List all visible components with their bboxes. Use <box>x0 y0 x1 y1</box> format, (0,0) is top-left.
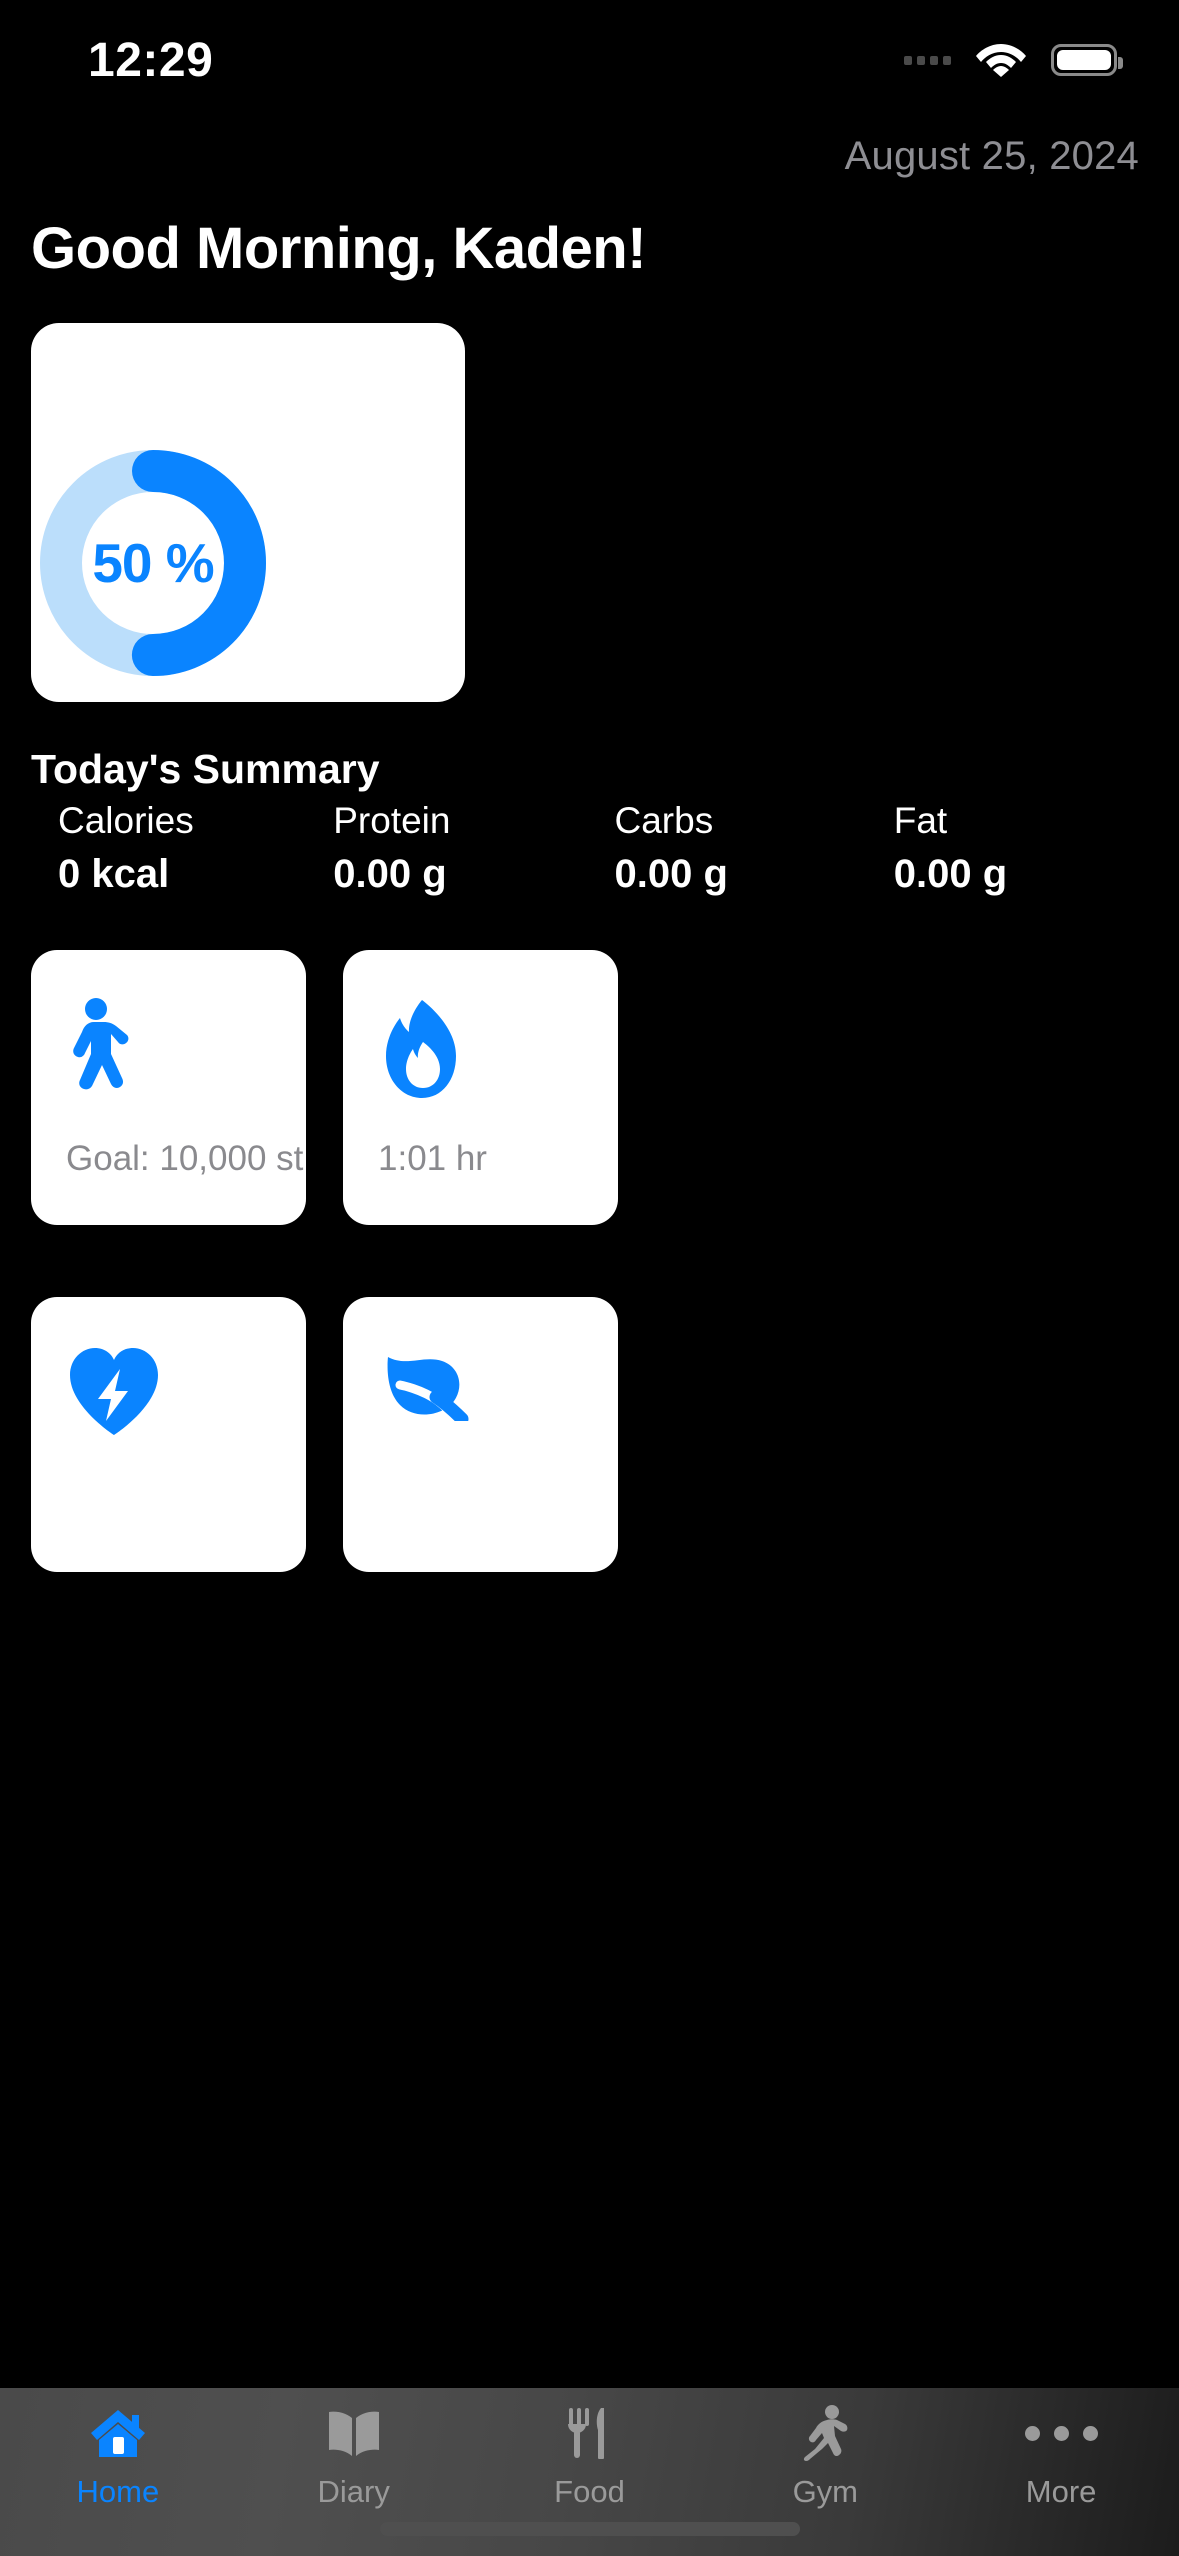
summary-metric-fat: Fat 0.00 g <box>860 800 1139 897</box>
summary-metrics-row: Calories 0 kcal Protein 0.00 g Carbs 0.0… <box>0 800 1179 897</box>
tab-label: Food <box>554 2474 625 2509</box>
tab-label: More <box>1025 2474 1097 2509</box>
active-time-card[interactable]: 1:01 hr <box>343 950 618 1225</box>
heart-bolt-icon <box>66 1345 162 1442</box>
current-date: August 25, 2024 <box>844 134 1139 178</box>
ellipsis-icon <box>1024 2404 1098 2462</box>
steps-goal-caption: Goal: 10,000 st... <box>66 1139 306 1178</box>
metric-value: 0.00 g <box>893 852 1008 896</box>
active-time-caption: 1:01 hr <box>378 1139 487 1178</box>
progress-percent-label: 50 % <box>92 531 214 594</box>
summary-heading: Today's Summary <box>31 746 380 792</box>
status-bar: 12:29 <box>0 0 1179 120</box>
fork-knife-icon <box>563 2404 615 2462</box>
home-indicator <box>379 2522 800 2536</box>
summary-metric-calories: Calories 0 kcal <box>32 800 303 897</box>
metric-label: Fat <box>893 800 948 841</box>
tab-food[interactable]: Food <box>472 2404 708 2510</box>
status-bar-time: 12:29 <box>88 33 214 87</box>
greeting-title: Good Morning, Kaden! <box>31 216 647 281</box>
tab-diary[interactable]: Diary <box>236 2404 472 2510</box>
signal-dots-icon <box>904 55 951 65</box>
tab-label: Home <box>76 2474 160 2509</box>
progress-ring: 50 % <box>39 449 267 677</box>
steps-card[interactable]: Goal: 10,000 st... <box>31 950 306 1225</box>
leaf-icon <box>378 1345 484 1426</box>
nutrition-card[interactable] <box>343 1297 618 1572</box>
tab-label: Gym <box>792 2474 858 2509</box>
metric-label: Carbs <box>614 800 714 841</box>
heart-rate-card[interactable] <box>31 1297 306 1572</box>
metric-label: Protein <box>333 800 451 841</box>
summary-metric-protein: Protein 0.00 g <box>303 800 578 897</box>
flame-icon <box>378 998 462 1107</box>
wifi-icon <box>975 39 1027 82</box>
metric-value: 0.00 g <box>614 852 728 896</box>
daily-progress-card[interactable]: 50 % <box>31 323 465 702</box>
walking-person-icon <box>66 998 140 1099</box>
open-book-icon <box>325 2404 383 2462</box>
status-bar-indicators <box>904 39 1123 82</box>
summary-metric-carbs: Carbs 0.00 g <box>579 800 860 897</box>
metric-label: Calories <box>58 800 194 841</box>
tab-more[interactable]: More <box>943 2404 1179 2510</box>
running-person-icon <box>797 2404 853 2462</box>
tab-home[interactable]: Home <box>0 2404 236 2510</box>
bottom-tab-bar: Home Diary Food Gym More <box>0 2388 1179 2556</box>
metric-value: 0.00 g <box>333 852 447 896</box>
house-icon <box>89 2404 147 2462</box>
battery-icon <box>1051 44 1123 76</box>
tab-gym[interactable]: Gym <box>707 2404 943 2510</box>
tab-label: Diary <box>317 2474 390 2509</box>
metric-value: 0 kcal <box>58 852 170 896</box>
